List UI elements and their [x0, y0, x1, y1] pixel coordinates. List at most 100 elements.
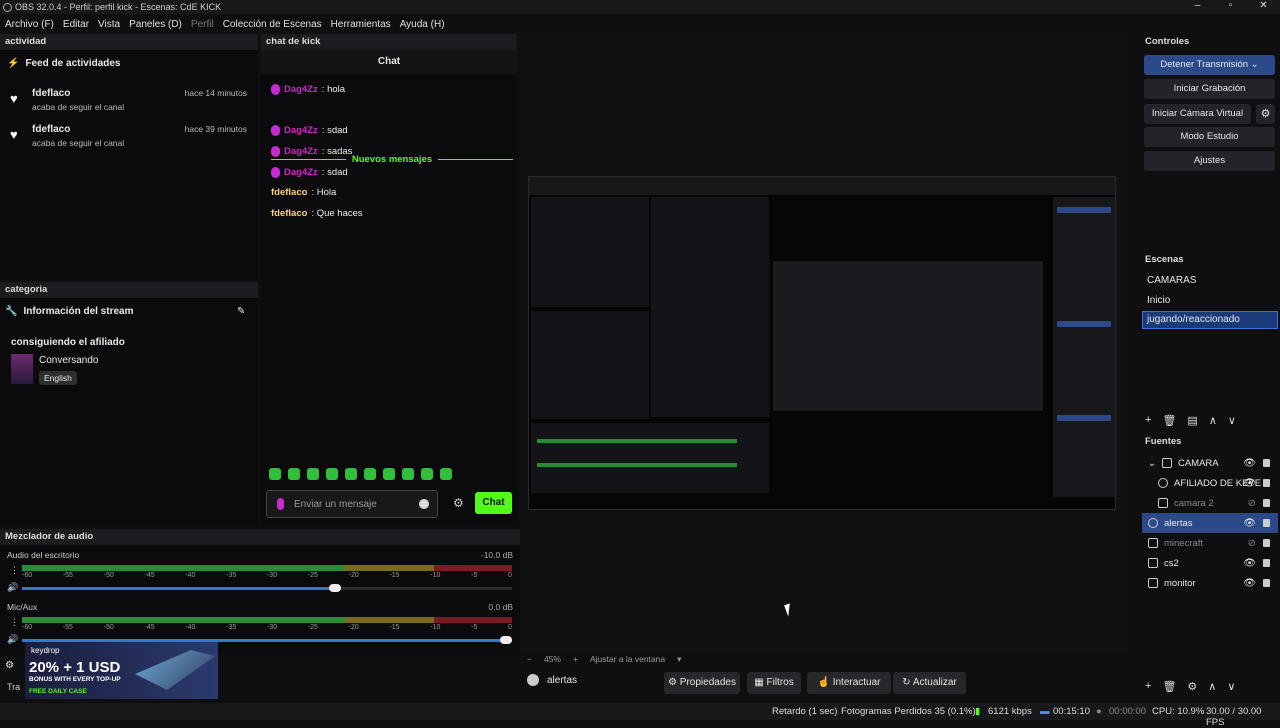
close-button[interactable]: ✕	[1247, 0, 1280, 11]
eye-icon[interactable]: 👁	[1243, 558, 1256, 569]
properties-button[interactable]: ⚙ Propiedades	[664, 672, 740, 694]
minimize-button[interactable]: –	[1181, 0, 1214, 11]
delay-status: Retardo (1 sec)	[772, 706, 838, 717]
eye-hidden-icon[interactable]: ⊘	[1248, 538, 1256, 549]
zoom-out-button[interactable]: −	[527, 654, 532, 665]
fit-window-label[interactable]: Ajustar a la ventana	[590, 654, 665, 665]
lock-icon[interactable]	[1263, 559, 1270, 567]
settings-button[interactable]: Ajustes	[1144, 151, 1275, 171]
emote-icon[interactable]	[402, 468, 414, 480]
source-item-selected[interactable]: alertas 👁	[1142, 513, 1278, 533]
gear-icon[interactable]: ⚙	[1256, 104, 1275, 124]
source-item[interactable]: AFILIADO DE KEYE 👁	[1142, 473, 1278, 493]
slider-knob[interactable]	[328, 584, 341, 592]
category-panel	[0, 298, 258, 526]
eye-hidden-icon[interactable]: ⊘	[1248, 498, 1256, 509]
eye-icon[interactable]: 👁	[1243, 518, 1256, 529]
bolt-icon: ⚡	[7, 58, 20, 69]
menu-perfil[interactable]: Perfil	[191, 19, 214, 30]
up-icon[interactable]: ∧	[1209, 414, 1217, 427]
filter-icon[interactable]: ▤	[1187, 414, 1197, 427]
maximize-button[interactable]: ▫	[1214, 0, 1247, 11]
lock-icon[interactable]	[1263, 479, 1270, 487]
emote-icon[interactable]	[440, 468, 452, 480]
filters-button[interactable]: ▦ Filtros	[747, 672, 801, 694]
volume-slider[interactable]	[22, 584, 512, 592]
lock-icon[interactable]	[1263, 539, 1270, 547]
eye-icon[interactable]: 👁	[1243, 478, 1256, 489]
lock-icon[interactable]	[1263, 579, 1270, 587]
stream-info-label: Información del stream	[23, 306, 134, 317]
source-item[interactable]: cs2 👁	[1142, 553, 1278, 573]
down-icon[interactable]: ∨	[1227, 680, 1235, 693]
scene-item[interactable]: Inicio	[1147, 295, 1170, 306]
lock-icon[interactable]	[1263, 459, 1270, 467]
chat-settings-icon[interactable]: ⚙	[453, 496, 464, 510]
refresh-button[interactable]: ↻ Actualizar	[893, 672, 966, 694]
source-item[interactable]: monitor 👁	[1142, 573, 1278, 593]
menu-vista[interactable]: Vista	[98, 19, 120, 30]
chat-user[interactable]: Dag4Zz	[284, 125, 318, 136]
menu-ayuda[interactable]: Ayuda (H)	[400, 19, 445, 30]
menu-coleccion[interactable]: Colección de Escenas	[223, 19, 322, 30]
up-icon[interactable]: ∧	[1208, 680, 1216, 693]
channel-menu-icon[interactable]: ⋮	[10, 617, 19, 628]
game-capture-icon	[1148, 558, 1158, 568]
stop-streaming-button[interactable]: Detener Transmisión ⌄	[1144, 55, 1275, 75]
chevron-down-icon[interactable]: ▾	[677, 654, 681, 665]
menu-paneles[interactable]: Paneles (D)	[129, 19, 182, 30]
emote-icon[interactable]	[288, 468, 300, 480]
chat-user[interactable]: Dag4Zz	[284, 84, 318, 95]
lock-icon[interactable]	[1263, 519, 1270, 527]
zoom-in-button[interactable]: +	[573, 654, 578, 665]
source-item[interactable]: ⌄ CAMARA 👁	[1142, 453, 1278, 473]
emote-icon[interactable]	[383, 468, 395, 480]
source-item[interactable]: camara 2 ⊘	[1142, 493, 1278, 513]
speaker-icon[interactable]: 🔊	[7, 582, 18, 593]
chat-send-button[interactable]: Chat	[475, 492, 512, 514]
preview-nested-capture	[528, 176, 1116, 510]
obs-logo-icon	[3, 2, 12, 12]
eye-icon[interactable]: 👁	[1243, 578, 1256, 589]
down-icon[interactable]: ∨	[1228, 414, 1236, 427]
chat-input[interactable]: Enviar un mensaje	[266, 490, 438, 518]
speaker-icon[interactable]: 🔊	[7, 634, 18, 645]
emote-icon[interactable]	[269, 468, 281, 480]
source-name: cs2	[1164, 557, 1179, 569]
emote-icon[interactable]	[326, 468, 338, 480]
chat-user[interactable]: fdeflaco	[271, 187, 307, 198]
emote-icon[interactable]	[421, 468, 433, 480]
chat-message: Dag4Zz: sadas	[271, 146, 352, 157]
chat-user[interactable]: Dag4Zz	[284, 146, 318, 157]
studio-mode-button[interactable]: Modo Estudio	[1144, 127, 1275, 147]
menu-editar[interactable]: Editar	[63, 19, 89, 30]
source-item[interactable]: minecraft ⊘	[1142, 533, 1278, 553]
emote-icon[interactable]	[364, 468, 376, 480]
chat-user[interactable]: fdeflaco	[271, 208, 307, 219]
interact-button[interactable]: ☝ Interactuar	[807, 672, 891, 694]
edit-icon[interactable]: ✎	[237, 306, 245, 317]
start-recording-button[interactable]: Iniciar Grabación	[1144, 79, 1275, 99]
slider-knob[interactable]	[500, 636, 512, 644]
add-icon[interactable]: +	[1145, 680, 1151, 693]
gear-icon[interactable]: ⚙	[1187, 680, 1197, 693]
gear-icon[interactable]: ⚙	[5, 660, 14, 671]
emoji-picker-icon[interactable]	[419, 499, 429, 509]
chevron-down-icon[interactable]: ⌄	[1251, 59, 1259, 70]
menu-archivo[interactable]: Archivo (F)	[5, 19, 54, 30]
menu-herramientas[interactable]: Herramientas	[331, 19, 391, 30]
add-icon[interactable]: +	[1145, 414, 1151, 427]
trash-icon[interactable]: 🗑	[1162, 680, 1176, 693]
scene-item-selected[interactable]: jugando/reaccionado	[1142, 311, 1278, 329]
emote-icon[interactable]	[307, 468, 319, 480]
scene-item[interactable]: CAMARAS	[1147, 275, 1196, 286]
virtual-camera-button[interactable]: Iniciar Cámara Virtual	[1144, 104, 1251, 124]
chat-user[interactable]: Dag4Zz	[284, 167, 318, 178]
emote-icon[interactable]	[345, 468, 357, 480]
lock-icon[interactable]	[1263, 499, 1270, 507]
eye-icon[interactable]: 👁	[1243, 458, 1256, 469]
chevron-down-icon[interactable]: ⌄	[1148, 458, 1156, 469]
trash-icon[interactable]: 🗑	[1162, 414, 1176, 427]
activity-panel	[0, 50, 258, 280]
channel-menu-icon[interactable]: ⋮	[10, 565, 19, 576]
